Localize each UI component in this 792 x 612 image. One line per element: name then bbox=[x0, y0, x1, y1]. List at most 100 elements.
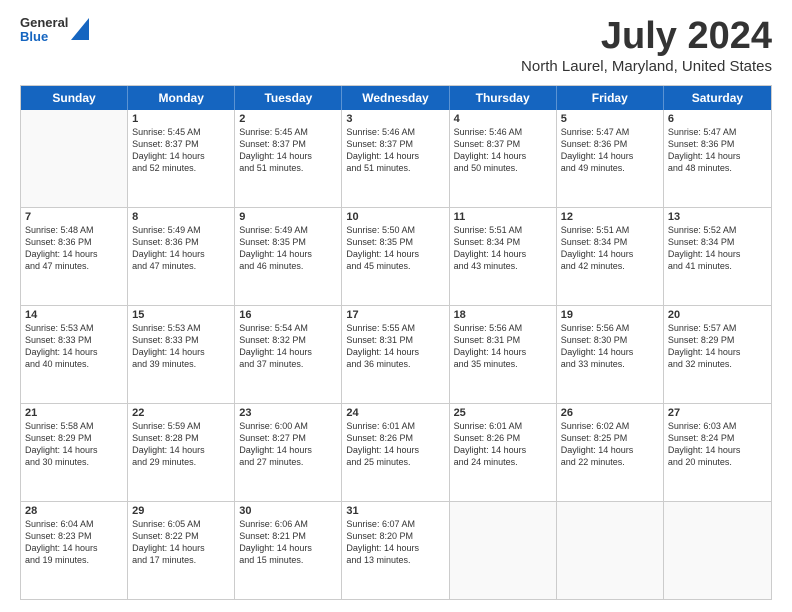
cell-info: Sunrise: 5:51 AM Sunset: 8:34 PM Dayligh… bbox=[561, 224, 659, 273]
cell-info: Sunrise: 6:07 AM Sunset: 8:20 PM Dayligh… bbox=[346, 518, 444, 567]
day-number: 21 bbox=[25, 407, 123, 419]
cell-info: Sunrise: 5:50 AM Sunset: 8:35 PM Dayligh… bbox=[346, 224, 444, 273]
day-number: 4 bbox=[454, 113, 552, 125]
day-number: 2 bbox=[239, 113, 337, 125]
cell-info: Sunrise: 6:05 AM Sunset: 8:22 PM Dayligh… bbox=[132, 518, 230, 567]
page: General Blue July 2024 North Laurel, Mar… bbox=[0, 0, 792, 612]
calendar-cell: 3Sunrise: 5:46 AM Sunset: 8:37 PM Daylig… bbox=[342, 110, 449, 207]
calendar-cell: 27Sunrise: 6:03 AM Sunset: 8:24 PM Dayli… bbox=[664, 404, 771, 501]
subtitle: North Laurel, Maryland, United States bbox=[521, 58, 772, 75]
day-number: 28 bbox=[25, 505, 123, 517]
calendar-cell: 7Sunrise: 5:48 AM Sunset: 8:36 PM Daylig… bbox=[21, 208, 128, 305]
day-number: 23 bbox=[239, 407, 337, 419]
day-number: 10 bbox=[346, 211, 444, 223]
cell-info: Sunrise: 6:01 AM Sunset: 8:26 PM Dayligh… bbox=[346, 420, 444, 469]
calendar-cell: 1Sunrise: 5:45 AM Sunset: 8:37 PM Daylig… bbox=[128, 110, 235, 207]
logo: General Blue bbox=[20, 16, 89, 45]
cell-info: Sunrise: 6:03 AM Sunset: 8:24 PM Dayligh… bbox=[668, 420, 767, 469]
cell-info: Sunrise: 5:48 AM Sunset: 8:36 PM Dayligh… bbox=[25, 224, 123, 273]
cell-info: Sunrise: 5:55 AM Sunset: 8:31 PM Dayligh… bbox=[346, 322, 444, 371]
calendar-row-3: 21Sunrise: 5:58 AM Sunset: 8:29 PM Dayli… bbox=[21, 404, 771, 502]
day-number: 30 bbox=[239, 505, 337, 517]
cell-info: Sunrise: 6:01 AM Sunset: 8:26 PM Dayligh… bbox=[454, 420, 552, 469]
day-number: 19 bbox=[561, 309, 659, 321]
calendar-cell bbox=[450, 502, 557, 599]
calendar-cell: 26Sunrise: 6:02 AM Sunset: 8:25 PM Dayli… bbox=[557, 404, 664, 501]
header-day-tuesday: Tuesday bbox=[235, 86, 342, 110]
day-number: 18 bbox=[454, 309, 552, 321]
cell-info: Sunrise: 6:02 AM Sunset: 8:25 PM Dayligh… bbox=[561, 420, 659, 469]
day-number: 7 bbox=[25, 211, 123, 223]
cell-info: Sunrise: 6:06 AM Sunset: 8:21 PM Dayligh… bbox=[239, 518, 337, 567]
cell-info: Sunrise: 5:47 AM Sunset: 8:36 PM Dayligh… bbox=[561, 126, 659, 175]
day-number: 1 bbox=[132, 113, 230, 125]
header-day-friday: Friday bbox=[557, 86, 664, 110]
calendar-body: 1Sunrise: 5:45 AM Sunset: 8:37 PM Daylig… bbox=[21, 110, 771, 599]
calendar-cell: 10Sunrise: 5:50 AM Sunset: 8:35 PM Dayli… bbox=[342, 208, 449, 305]
calendar-cell: 14Sunrise: 5:53 AM Sunset: 8:33 PM Dayli… bbox=[21, 306, 128, 403]
calendar-cell: 2Sunrise: 5:45 AM Sunset: 8:37 PM Daylig… bbox=[235, 110, 342, 207]
cell-info: Sunrise: 5:52 AM Sunset: 8:34 PM Dayligh… bbox=[668, 224, 767, 273]
logo-general: General bbox=[20, 16, 68, 30]
calendar-cell: 9Sunrise: 5:49 AM Sunset: 8:35 PM Daylig… bbox=[235, 208, 342, 305]
logo-icon bbox=[71, 18, 89, 40]
calendar-cell: 17Sunrise: 5:55 AM Sunset: 8:31 PM Dayli… bbox=[342, 306, 449, 403]
day-number: 20 bbox=[668, 309, 767, 321]
logo-blue: Blue bbox=[20, 30, 68, 44]
cell-info: Sunrise: 5:53 AM Sunset: 8:33 PM Dayligh… bbox=[25, 322, 123, 371]
calendar-cell: 19Sunrise: 5:56 AM Sunset: 8:30 PM Dayli… bbox=[557, 306, 664, 403]
day-number: 24 bbox=[346, 407, 444, 419]
cell-info: Sunrise: 5:53 AM Sunset: 8:33 PM Dayligh… bbox=[132, 322, 230, 371]
calendar-row-4: 28Sunrise: 6:04 AM Sunset: 8:23 PM Dayli… bbox=[21, 502, 771, 599]
calendar-cell: 22Sunrise: 5:59 AM Sunset: 8:28 PM Dayli… bbox=[128, 404, 235, 501]
header-day-thursday: Thursday bbox=[450, 86, 557, 110]
cell-info: Sunrise: 5:49 AM Sunset: 8:36 PM Dayligh… bbox=[132, 224, 230, 273]
day-number: 14 bbox=[25, 309, 123, 321]
calendar-cell: 16Sunrise: 5:54 AM Sunset: 8:32 PM Dayli… bbox=[235, 306, 342, 403]
day-number: 16 bbox=[239, 309, 337, 321]
calendar-cell: 29Sunrise: 6:05 AM Sunset: 8:22 PM Dayli… bbox=[128, 502, 235, 599]
calendar-cell: 28Sunrise: 6:04 AM Sunset: 8:23 PM Dayli… bbox=[21, 502, 128, 599]
calendar-cell bbox=[664, 502, 771, 599]
cell-info: Sunrise: 5:51 AM Sunset: 8:34 PM Dayligh… bbox=[454, 224, 552, 273]
cell-info: Sunrise: 5:58 AM Sunset: 8:29 PM Dayligh… bbox=[25, 420, 123, 469]
day-number: 12 bbox=[561, 211, 659, 223]
day-number: 8 bbox=[132, 211, 230, 223]
header-day-monday: Monday bbox=[128, 86, 235, 110]
calendar-row-1: 7Sunrise: 5:48 AM Sunset: 8:36 PM Daylig… bbox=[21, 208, 771, 306]
cell-info: Sunrise: 5:45 AM Sunset: 8:37 PM Dayligh… bbox=[132, 126, 230, 175]
logo-text: General Blue bbox=[20, 16, 68, 45]
cell-info: Sunrise: 5:46 AM Sunset: 8:37 PM Dayligh… bbox=[346, 126, 444, 175]
calendar-cell: 11Sunrise: 5:51 AM Sunset: 8:34 PM Dayli… bbox=[450, 208, 557, 305]
day-number: 5 bbox=[561, 113, 659, 125]
title-block: July 2024 North Laurel, Maryland, United… bbox=[521, 16, 772, 75]
calendar-cell: 8Sunrise: 5:49 AM Sunset: 8:36 PM Daylig… bbox=[128, 208, 235, 305]
day-number: 9 bbox=[239, 211, 337, 223]
day-number: 11 bbox=[454, 211, 552, 223]
calendar-cell: 18Sunrise: 5:56 AM Sunset: 8:31 PM Dayli… bbox=[450, 306, 557, 403]
day-number: 22 bbox=[132, 407, 230, 419]
calendar-cell: 15Sunrise: 5:53 AM Sunset: 8:33 PM Dayli… bbox=[128, 306, 235, 403]
day-number: 26 bbox=[561, 407, 659, 419]
cell-info: Sunrise: 5:56 AM Sunset: 8:31 PM Dayligh… bbox=[454, 322, 552, 371]
cell-info: Sunrise: 5:57 AM Sunset: 8:29 PM Dayligh… bbox=[668, 322, 767, 371]
day-number: 15 bbox=[132, 309, 230, 321]
cell-info: Sunrise: 5:47 AM Sunset: 8:36 PM Dayligh… bbox=[668, 126, 767, 175]
header: General Blue July 2024 North Laurel, Mar… bbox=[20, 16, 772, 75]
calendar-cell: 13Sunrise: 5:52 AM Sunset: 8:34 PM Dayli… bbox=[664, 208, 771, 305]
calendar-cell: 4Sunrise: 5:46 AM Sunset: 8:37 PM Daylig… bbox=[450, 110, 557, 207]
cell-info: Sunrise: 6:00 AM Sunset: 8:27 PM Dayligh… bbox=[239, 420, 337, 469]
cell-info: Sunrise: 5:45 AM Sunset: 8:37 PM Dayligh… bbox=[239, 126, 337, 175]
day-number: 25 bbox=[454, 407, 552, 419]
day-number: 29 bbox=[132, 505, 230, 517]
day-number: 6 bbox=[668, 113, 767, 125]
day-number: 17 bbox=[346, 309, 444, 321]
main-title: July 2024 bbox=[521, 16, 772, 58]
calendar-cell: 12Sunrise: 5:51 AM Sunset: 8:34 PM Dayli… bbox=[557, 208, 664, 305]
calendar: SundayMondayTuesdayWednesdayThursdayFrid… bbox=[20, 85, 772, 600]
day-number: 31 bbox=[346, 505, 444, 517]
calendar-cell: 25Sunrise: 6:01 AM Sunset: 8:26 PM Dayli… bbox=[450, 404, 557, 501]
calendar-cell bbox=[557, 502, 664, 599]
cell-info: Sunrise: 5:59 AM Sunset: 8:28 PM Dayligh… bbox=[132, 420, 230, 469]
day-number: 27 bbox=[668, 407, 767, 419]
